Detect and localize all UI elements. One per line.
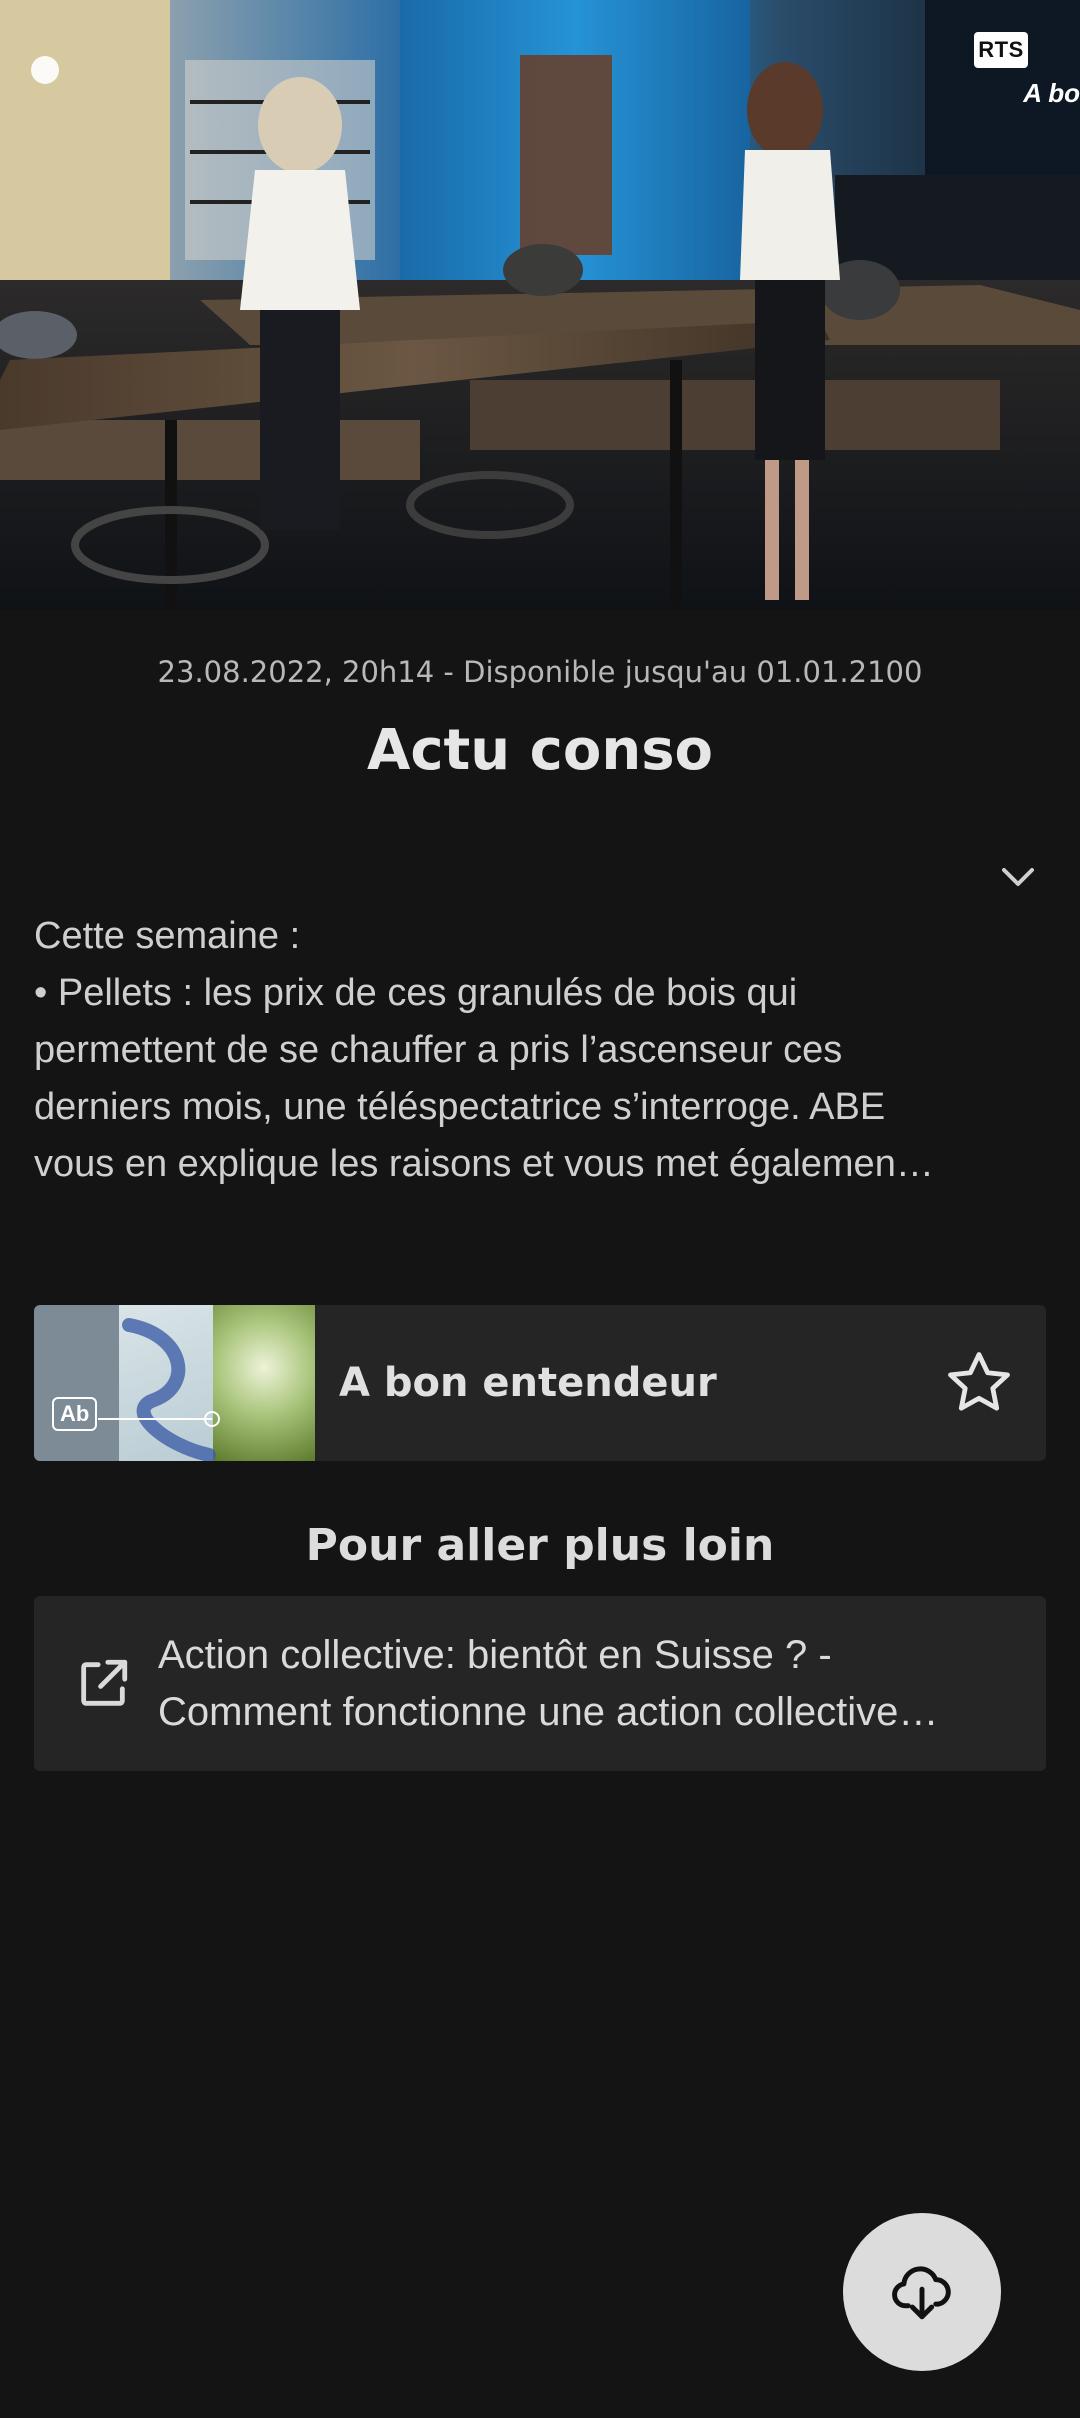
channel-logo: RTS: [974, 32, 1028, 68]
thumbnail-pattern: [98, 1318, 220, 1461]
episode-page: RTS A bo 23.08.2022, 20h14 - Disponible …: [0, 0, 1080, 2418]
section-title-more: Pour aller plus loin: [305, 1520, 775, 1571]
description-line: permettent de se chauffer a pris l’ascen…: [34, 1029, 843, 1071]
download-button[interactable]: [843, 2213, 1001, 2371]
expand-description-button[interactable]: [996, 855, 1040, 899]
show-card[interactable]: Ab A bon entendeur: [34, 1305, 1046, 1461]
description-line: Cette semaine :: [34, 915, 301, 957]
description-line: • Pellets : les prix de ces granulés de …: [34, 972, 798, 1014]
external-link-card[interactable]: Action collective: bientôt en Suisse ? -…: [34, 1596, 1046, 1771]
show-corner-logo: A bo: [1023, 78, 1080, 108]
favorite-button[interactable]: [934, 1338, 1024, 1428]
episode-meta: 23.08.2022, 20h14 - Disponible jusqu'au …: [157, 655, 923, 689]
video-player[interactable]: RTS A bo: [0, 0, 1080, 610]
description-line: vous en explique les raisons et vous met…: [34, 1143, 934, 1185]
link-line: Comment fonctionne une action collective…: [158, 1689, 939, 1734]
cloud-download-icon: [892, 2266, 951, 2320]
episode-title: Actu conso: [366, 718, 713, 783]
show-thumbnail: Ab: [34, 1305, 315, 1461]
show-thumbnail-logo: Ab: [52, 1397, 98, 1431]
chevron-down-icon: [1002, 868, 1034, 886]
external-link-text: Action collective: bientôt en Suisse ? -…: [158, 1627, 1028, 1741]
external-link-icon: [70, 1655, 136, 1713]
link-line: Action collective: bientôt en Suisse ? -: [158, 1632, 832, 1677]
description-line: derniers mois, une téléspectatrice s’int…: [34, 1086, 886, 1128]
episode-description: Cette semaine : • Pellets : les prix de …: [34, 908, 1050, 1193]
video-frame-image: [0, 0, 1080, 610]
show-name: A bon entendeur: [339, 1360, 717, 1406]
star-outline-icon: [948, 1352, 1010, 1411]
